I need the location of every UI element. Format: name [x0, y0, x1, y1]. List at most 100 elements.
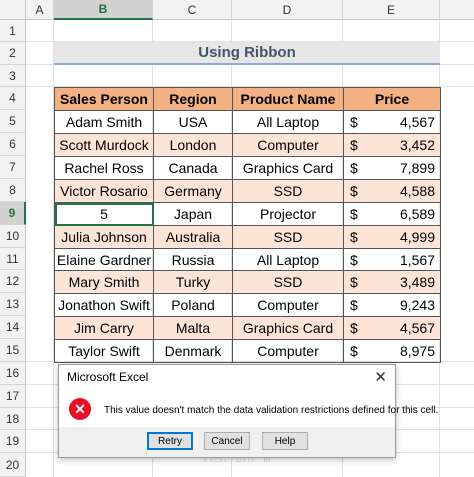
cell-sales-person[interactable]: Taylor Swift	[54, 339, 154, 363]
cell-sales-person[interactable]: Rachel Ross	[54, 156, 154, 180]
cell-product[interactable]: SSD	[232, 225, 344, 249]
cell-product[interactable]: All Laptop	[232, 248, 344, 271]
cell-price[interactable]: $4,588	[343, 179, 441, 203]
cell-sales-person[interactable]: Elaine Gardner	[54, 248, 154, 271]
cell-region[interactable]: USA	[153, 110, 233, 134]
row-header-15[interactable]: 15	[0, 339, 26, 362]
row-header-2[interactable]: 2	[0, 42, 26, 65]
cell-region[interactable]: Canada	[153, 156, 233, 180]
cell-region[interactable]: Russia	[153, 248, 233, 271]
dialog-button-bar: Retry Cancel Help	[59, 427, 395, 457]
cell-product[interactable]: Computer	[232, 133, 344, 157]
table-row: Jim Carry Malta Graphics Card $4,567	[54, 316, 441, 340]
currency-symbol: $	[350, 206, 358, 222]
table-row: 5 Japan Projector $6,589	[54, 202, 441, 226]
row-header-13[interactable]: 13	[0, 293, 26, 316]
row-header-16[interactable]: 16	[0, 362, 26, 385]
column-header-d[interactable]: D	[232, 0, 343, 20]
cell-sales-person[interactable]: Victor Rosario	[54, 179, 154, 203]
row-header-6[interactable]: 6	[0, 133, 26, 156]
close-icon[interactable]: ✕	[374, 368, 387, 386]
row-header-11[interactable]: 11	[0, 248, 26, 270]
table-row: Julia Johnson Australia SSD $4,999	[54, 225, 441, 249]
header-price[interactable]: Price	[343, 87, 441, 111]
row-header-18[interactable]: 18	[0, 408, 26, 430]
cell-region[interactable]: Japan	[153, 202, 233, 226]
table-row: Taylor Swift Denmark Computer $8,975	[54, 339, 441, 363]
cell-product[interactable]: All Laptop	[232, 110, 344, 134]
row-header-8[interactable]: 8	[0, 179, 26, 202]
header-sales-person[interactable]: Sales Person	[54, 87, 154, 111]
row-header-12[interactable]: 12	[0, 270, 26, 293]
dialog-title: Microsoft Excel	[67, 370, 149, 384]
cell-region[interactable]: Denmark	[153, 339, 233, 363]
select-all-corner[interactable]	[0, 0, 26, 20]
cell-sales-person[interactable]: Julia Johnson	[54, 225, 154, 249]
cell-region[interactable]: London	[153, 133, 233, 157]
cell-product[interactable]: Graphics Card	[232, 316, 344, 340]
header-region[interactable]: Region	[153, 87, 233, 111]
price-value: 9,243	[399, 297, 435, 313]
column-header-e[interactable]: E	[343, 0, 440, 20]
row-header-10[interactable]: 10	[0, 225, 26, 248]
cell-price[interactable]: $3,452	[343, 133, 441, 157]
price-value: 4,588	[399, 183, 435, 199]
row-header-19[interactable]: 19	[0, 430, 26, 453]
cell-region[interactable]: Poland	[153, 293, 233, 317]
row-header-14[interactable]: 14	[0, 316, 26, 339]
cell-product[interactable]: SSD	[232, 270, 344, 294]
row-header-3[interactable]: 3	[0, 65, 26, 87]
cell-price[interactable]: $1,567	[343, 248, 441, 271]
retry-button[interactable]: Retry	[147, 432, 193, 450]
row-header-20[interactable]: 20	[0, 453, 26, 477]
cell-region[interactable]: Malta	[153, 316, 233, 340]
price-value: 8,975	[399, 343, 435, 359]
column-header-b[interactable]: B	[54, 0, 153, 20]
header-product-name[interactable]: Product Name	[232, 87, 344, 111]
cell-price[interactable]: $4,999	[343, 225, 441, 249]
cell-price[interactable]: $4,567	[343, 316, 441, 340]
row-header-5[interactable]: 5	[0, 110, 26, 133]
currency-symbol: $	[350, 114, 358, 130]
column-header-c[interactable]: C	[153, 0, 232, 20]
cell-product[interactable]: SSD	[232, 179, 344, 203]
row-header-9[interactable]: 9	[0, 202, 26, 225]
cell-product[interactable]: Computer	[232, 293, 344, 317]
watermark-tagline: EXCEL · DATA · BI	[204, 458, 272, 464]
cancel-button[interactable]: Cancel	[204, 432, 250, 450]
table-row: Elaine Gardner Russia All Laptop $1,567	[54, 248, 441, 271]
row-header-7[interactable]: 7	[0, 156, 26, 179]
cell-price[interactable]: $9,243	[343, 293, 441, 317]
table-row: Adam Smith USA All Laptop $4,567	[54, 110, 441, 134]
currency-symbol: $	[350, 137, 358, 153]
cell-price[interactable]: $6,589	[343, 202, 441, 226]
cell-price[interactable]: $3,489	[343, 270, 441, 294]
column-header-a[interactable]: A	[26, 0, 54, 20]
cell-sales-person[interactable]: Adam Smith	[54, 110, 154, 134]
cell-sales-person[interactable]: Mary Smith	[54, 270, 154, 294]
cell-sales-person[interactable]: Scott Murdock	[54, 133, 154, 157]
cell-price[interactable]: $7,899	[343, 156, 441, 180]
help-button[interactable]: Help	[262, 432, 308, 450]
row-header-4[interactable]: 4	[0, 87, 26, 110]
cell-sales-person[interactable]: Jonathon Swift	[54, 293, 154, 317]
dialog-body: ✕ This value doesn't match the data vali…	[59, 389, 438, 427]
cell-price[interactable]: $8,975	[343, 339, 441, 363]
cell-product[interactable]: Computer	[232, 339, 344, 363]
currency-symbol: $	[350, 183, 358, 199]
cell-region[interactable]: Germany	[153, 179, 233, 203]
cell-sales-person[interactable]: Jim Carry	[54, 316, 154, 340]
active-cell-b9[interactable]: 5	[54, 202, 154, 226]
price-value: 4,567	[399, 114, 435, 130]
cell-region[interactable]: Australia	[153, 225, 233, 249]
cell-price[interactable]: $4,567	[343, 110, 441, 134]
cell-product[interactable]: Graphics Card	[232, 156, 344, 180]
dialog-message: This value doesn't match the data valida…	[104, 405, 439, 416]
currency-symbol: $	[350, 251, 358, 268]
row-header-17[interactable]: 17	[0, 385, 26, 408]
cell-product[interactable]: Projector	[232, 202, 344, 226]
table-row: Mary Smith Turky SSD $3,489	[54, 270, 441, 294]
price-value: 6,589	[399, 206, 435, 222]
cell-region[interactable]: Turky	[153, 270, 233, 294]
row-header-1[interactable]: 1	[0, 20, 26, 42]
